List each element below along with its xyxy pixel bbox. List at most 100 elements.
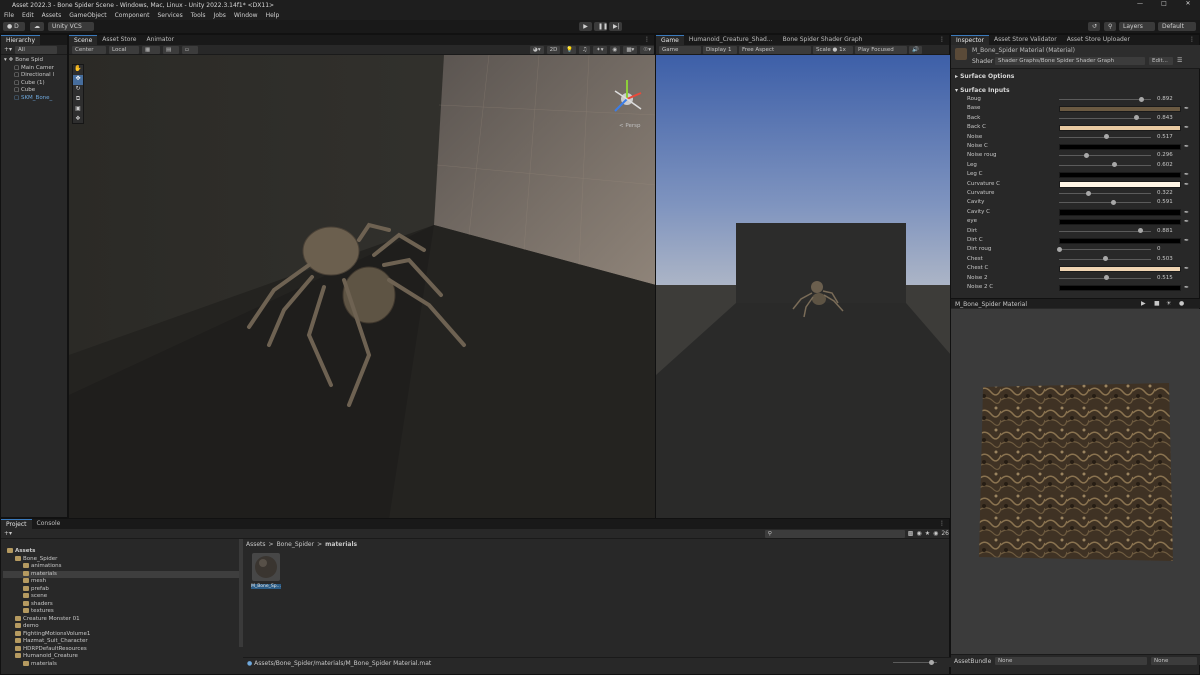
project-folder[interactable]: scene xyxy=(3,593,239,601)
eyedropper-icon[interactable]: ✒ xyxy=(1184,209,1189,216)
panel-menu-icon[interactable]: ⋮ xyxy=(644,35,654,45)
grid-icon[interactable]: ▤ xyxy=(163,45,179,54)
rotate-tool-icon[interactable]: ↻ xyxy=(73,85,83,95)
game-viewport[interactable] xyxy=(656,55,951,519)
property-value[interactable]: 0 xyxy=(1157,246,1161,252)
perspective-label[interactable]: < Persp xyxy=(619,123,641,129)
project-tab-0[interactable]: Project xyxy=(1,519,32,529)
aspect-dropdown[interactable]: Free Aspect xyxy=(739,45,811,54)
asset-item[interactable]: M_Bone_Sp... xyxy=(251,553,281,589)
game-tab-2[interactable]: Bone Spider Shader Graph xyxy=(778,35,868,45)
color-field[interactable] xyxy=(1059,237,1181,244)
hierarchy-item[interactable]: ▢ Cube (1) xyxy=(4,80,67,88)
project-tab-1[interactable]: Console xyxy=(32,519,66,529)
property-value[interactable]: 0.881 xyxy=(1157,228,1173,234)
project-folder[interactable]: textures xyxy=(3,608,239,616)
color-field[interactable] xyxy=(1059,209,1181,216)
inspector-tab-2[interactable]: Asset Store Uploader xyxy=(1062,35,1135,45)
inspector-tab-0[interactable]: Inspector xyxy=(951,35,989,45)
hierarchy-item[interactable]: ▢ Main Camer xyxy=(4,65,67,73)
assetbundle-dropdown[interactable]: None xyxy=(995,656,1147,665)
color-field[interactable] xyxy=(1059,105,1181,113)
property-value[interactable]: 0.515 xyxy=(1157,275,1173,281)
scene-tab-1[interactable]: Asset Store xyxy=(97,35,141,45)
property-slider[interactable] xyxy=(1059,199,1151,205)
project-folder[interactable]: mesh xyxy=(3,578,239,586)
vcs-dropdown[interactable]: Unity VCS xyxy=(48,22,94,31)
eyedropper-icon[interactable]: ✒ xyxy=(1184,143,1189,150)
project-search-input[interactable]: ⚲ xyxy=(764,529,905,538)
property-slider[interactable] xyxy=(1056,246,1151,252)
hidden-packages-icon[interactable]: ◉ xyxy=(933,530,938,537)
menu-item-jobs[interactable]: Jobs xyxy=(214,12,226,19)
tree-scrollbar[interactable] xyxy=(239,539,243,647)
project-add-icon[interactable]: +▾ xyxy=(4,530,12,537)
menu-item-tools[interactable]: Tools xyxy=(191,12,206,19)
increment-icon[interactable]: ▫ xyxy=(182,45,198,54)
hierarchy-search-input[interactable]: All xyxy=(15,45,58,54)
slider-knob[interactable] xyxy=(1103,275,1109,281)
property-value[interactable]: 0.517 xyxy=(1157,134,1173,140)
project-folder[interactable]: shaders xyxy=(3,600,239,609)
rect-tool-icon[interactable]: ▣ xyxy=(73,105,83,115)
preview-play-icon[interactable]: ▶ xyxy=(1141,300,1146,307)
favorite-icon[interactable]: ★ xyxy=(925,530,930,537)
preview-stop-icon[interactable]: ■ xyxy=(1154,300,1160,307)
eyedropper-icon[interactable]: ✒ xyxy=(1184,284,1189,291)
slider-knob[interactable] xyxy=(1102,256,1108,262)
cloud-icon[interactable]: ☁ xyxy=(30,22,44,31)
property-slider[interactable] xyxy=(1059,275,1151,281)
project-folder[interactable]: Creature Monster 01 xyxy=(3,615,239,624)
color-field[interactable] xyxy=(1059,124,1181,132)
filter-label-icon[interactable]: ◉ xyxy=(916,530,921,537)
surface-options-foldout[interactable]: ▸ Surface Options xyxy=(955,73,1014,80)
project-folder[interactable]: materials xyxy=(3,570,239,578)
slider-knob[interactable] xyxy=(1104,134,1110,140)
hierarchy-item[interactable]: ▢ Directional l xyxy=(4,72,67,80)
project-folder[interactable]: Hazmat_Suit_Character xyxy=(3,638,239,646)
material-preview[interactable] xyxy=(951,309,1200,654)
slider-knob[interactable] xyxy=(1110,199,1116,205)
scale-slider[interactable]: Scale ● 1x xyxy=(813,45,853,54)
color-field[interactable] xyxy=(1059,284,1181,291)
property-value[interactable]: 0.892 xyxy=(1157,96,1173,102)
hierarchy-item[interactable]: ▢ Cube xyxy=(4,87,67,95)
panel-menu-icon[interactable]: ⋮ xyxy=(939,35,949,45)
eyedropper-icon[interactable]: ✒ xyxy=(1184,218,1189,225)
color-field[interactable] xyxy=(1059,265,1181,273)
2d-toggle[interactable]: 2D xyxy=(546,45,561,54)
close-icon[interactable]: ✕ xyxy=(1176,0,1200,7)
scale-tool-icon[interactable]: ⧉ xyxy=(73,95,83,105)
display-dropdown[interactable]: Display 1 xyxy=(703,45,737,54)
menu-item-services[interactable]: Services xyxy=(157,12,182,19)
play-mode-dropdown[interactable]: Play Focused xyxy=(855,45,907,54)
inspector-tab-1[interactable]: Asset Store Validator xyxy=(989,35,1062,45)
game-mode-dropdown[interactable]: Game xyxy=(659,45,701,54)
property-slider[interactable] xyxy=(1059,134,1151,140)
hand-tool-icon[interactable]: ✋ xyxy=(73,65,83,75)
maximize-icon[interactable]: □ xyxy=(1152,0,1176,7)
game-tab-0[interactable]: Game xyxy=(656,35,684,45)
add-icon[interactable]: +▾ xyxy=(4,46,12,53)
gizmos-icon[interactable]: ☉▾ xyxy=(640,45,654,54)
effects-icon[interactable]: ✦▾ xyxy=(593,45,607,54)
panel-menu-icon[interactable]: ⋮ xyxy=(1189,35,1199,45)
shader-menu-icon[interactable]: ☰ xyxy=(1177,57,1182,64)
draw-mode-icon[interactable]: ◕▾ xyxy=(530,45,544,54)
property-slider[interactable] xyxy=(1059,152,1151,158)
variant-dropdown[interactable]: None xyxy=(1151,656,1197,665)
audio-icon[interactable]: ♫ xyxy=(579,45,591,54)
account-dropdown[interactable]: ● D xyxy=(3,22,25,31)
slider-knob[interactable] xyxy=(1111,162,1117,168)
project-folder[interactable]: Bone_Spider xyxy=(3,555,239,564)
eyedropper-icon[interactable]: ✒ xyxy=(1184,181,1189,188)
menu-item-file[interactable]: File xyxy=(4,12,14,19)
hierarchy-item[interactable]: ▢ SKM_Bone_ xyxy=(4,95,67,103)
project-folder[interactable]: animations xyxy=(3,563,239,571)
property-slider[interactable] xyxy=(1059,162,1151,168)
color-field[interactable] xyxy=(1059,218,1181,226)
project-folder[interactable]: Humanoid_Creature xyxy=(3,653,239,661)
pause-icon[interactable]: ❚❚ xyxy=(594,22,608,31)
slider-knob[interactable] xyxy=(1086,190,1092,196)
property-slider[interactable] xyxy=(1059,190,1151,196)
